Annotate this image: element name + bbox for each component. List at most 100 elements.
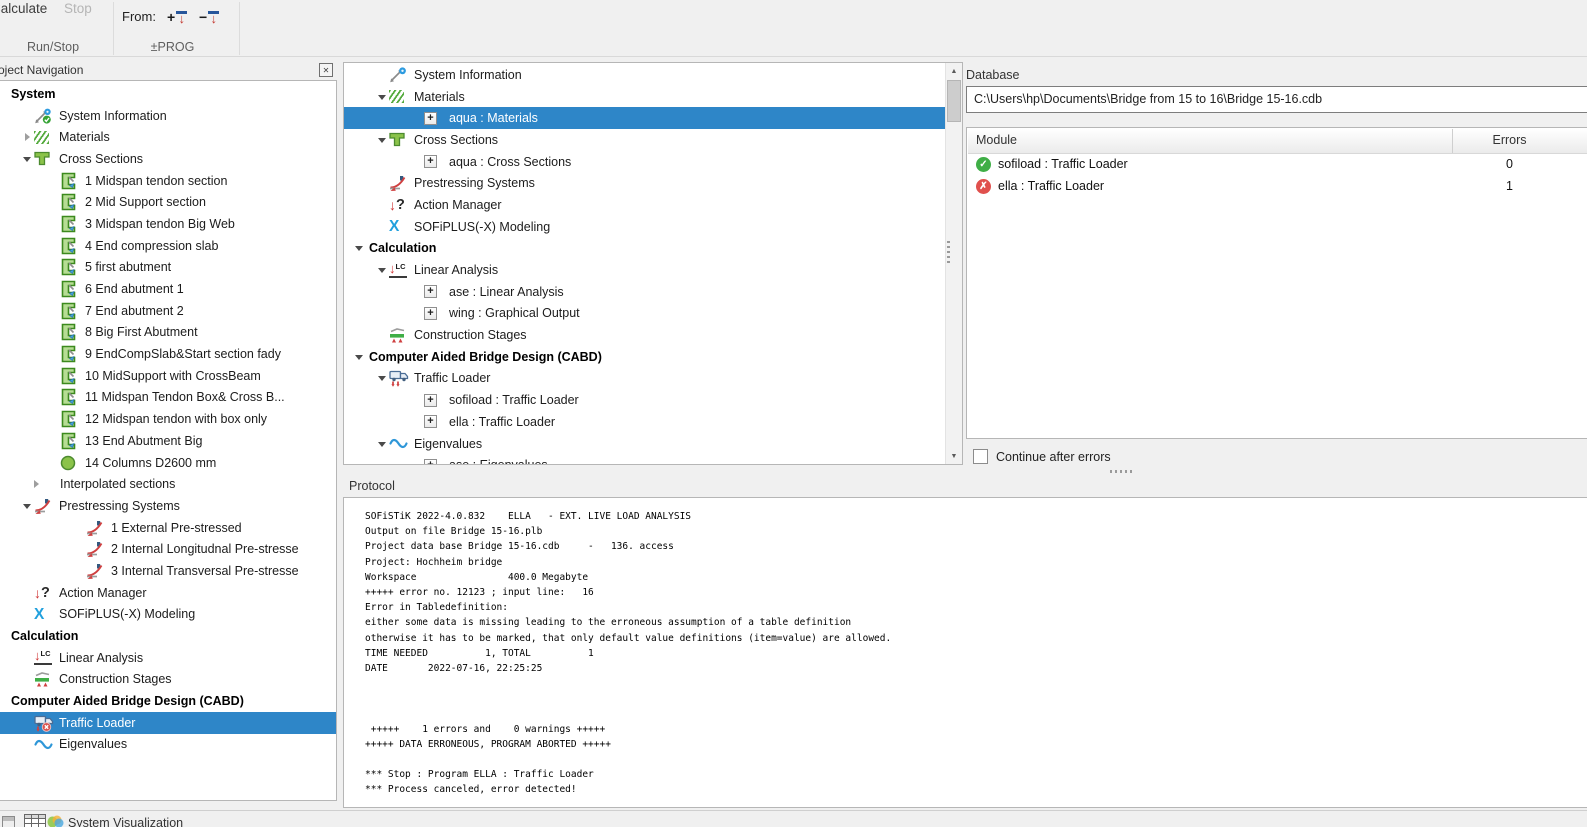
- tree-item[interactable]: 2 Internal Longitudnal Pre-stresse: [0, 538, 336, 560]
- tree-item[interactable]: 8 Big First Abutment: [0, 322, 336, 344]
- tree-item[interactable]: 12 Midspan tendon with box only: [0, 408, 336, 430]
- table-grid-icon[interactable]: [24, 814, 46, 827]
- tree-item[interactable]: 1 External Pre-stressed: [0, 517, 336, 539]
- tree-item[interactable]: +ase : Eigenvalues: [344, 454, 946, 464]
- tree-item[interactable]: Calculation: [344, 238, 946, 260]
- tree-item[interactable]: Computer Aided Bridge Design (CABD): [344, 346, 946, 368]
- tree-item[interactable]: Cross Sections: [0, 148, 336, 170]
- database-path-field[interactable]: C:\Users\hp\Documents\Bridge from 15 to …: [966, 86, 1587, 113]
- expander-open-icon[interactable]: [352, 350, 366, 364]
- tree-item[interactable]: 10 MidSupport with CrossBeam: [0, 365, 336, 387]
- tree-item[interactable]: + ella : Traffic Loader: [344, 411, 946, 433]
- scroll-up-button[interactable]: ▲: [946, 63, 962, 79]
- tree-item[interactable]: 1 Midspan tendon section: [0, 170, 336, 192]
- run-stop-group-label: Run/Stop: [26, 40, 80, 54]
- ribbon-separator: [239, 2, 240, 55]
- success-check-icon: ✓: [976, 156, 991, 172]
- tree-item[interactable]: Eigenvalues: [344, 433, 946, 455]
- construction-stages-icon: [389, 327, 411, 343]
- tree-item-label: System: [11, 86, 56, 101]
- tree-item[interactable]: 11 Midspan Tendon Box& Cross B...: [0, 387, 336, 409]
- scrollbar-thumb[interactable]: [947, 80, 961, 122]
- close-icon[interactable]: ✕: [319, 63, 333, 77]
- tree-item[interactable]: Prestressing Systems: [0, 495, 336, 517]
- console-line: Project: Hochheim bridge: [365, 556, 503, 568]
- tree-item[interactable]: X SOFiPLUS(-X) Modeling: [0, 604, 336, 626]
- tree-item[interactable]: 14 Columns D2600 mm: [0, 452, 336, 474]
- tree-item[interactable]: Materials: [344, 86, 946, 108]
- sofiplus-x-icon: X: [389, 218, 400, 236]
- tree-item[interactable]: System: [0, 83, 336, 105]
- calculate-button[interactable]: Calculate: [0, 1, 47, 16]
- tree-item[interactable]: 5 first abutment: [0, 257, 336, 279]
- expander-open-icon[interactable]: [375, 263, 389, 277]
- tree-item-label: SOFiPLUS(-X) Modeling: [59, 607, 196, 622]
- tree-item[interactable]: Prestressing Systems: [344, 172, 946, 194]
- tree-item[interactable]: Traffic Loader: [344, 368, 946, 390]
- tree-item[interactable]: ↓? Action Manager: [344, 194, 946, 216]
- tree-item[interactable]: 7 End abutment 2: [0, 300, 336, 322]
- tree-item[interactable]: + aqua : Materials: [344, 107, 946, 130]
- tab-system-visualization[interactable]: System Visualization: [68, 816, 183, 827]
- module-errors-count: 0: [1506, 157, 1513, 171]
- protocol-console[interactable]: SOFiSTiK 2022-4.0.832 ELLA - EXT. LIVE L…: [343, 497, 1587, 808]
- expander-open-icon[interactable]: [375, 90, 389, 104]
- tree-item[interactable]: + ase : Linear Analysis: [344, 281, 946, 303]
- expander-open-icon[interactable]: [375, 371, 389, 385]
- tree-item[interactable]: Traffic Loader: [0, 711, 336, 734]
- tree-item[interactable]: 4 End compression slab: [0, 235, 336, 257]
- console-line: *** Process canceled, error detected!: [365, 784, 577, 796]
- cross-sections-icon: [389, 132, 411, 147]
- tree-item[interactable]: 13 End Abutment Big: [0, 430, 336, 452]
- tree-item-label: ella : Traffic Loader: [449, 414, 556, 429]
- expander-open-icon[interactable]: [352, 241, 366, 255]
- tree-item-label: 1 Midspan tendon section: [85, 173, 228, 188]
- tree-item[interactable]: 3 Internal Transversal Pre-stresse: [0, 560, 336, 582]
- tree-item[interactable]: ↓ LC Linear Analysis: [344, 259, 946, 281]
- expander-open-icon[interactable]: [375, 437, 389, 451]
- panel-splitter-grip[interactable]: [947, 241, 950, 263]
- tree-item[interactable]: Interpolated sections: [0, 473, 336, 495]
- prestress-icon: [86, 520, 108, 536]
- section-icon: [60, 367, 82, 385]
- window-icon[interactable]: [2, 816, 15, 827]
- tree-item[interactable]: 6 End abutment 1: [0, 278, 336, 300]
- module-errors-count: 1: [1506, 179, 1513, 193]
- tree-item[interactable]: System Information: [344, 64, 946, 86]
- tree-item[interactable]: 9 EndCompSlab&Start section fady: [0, 343, 336, 365]
- scroll-down-button[interactable]: ▼: [946, 448, 962, 464]
- tree-item[interactable]: ↓ LC Linear Analysis: [0, 647, 336, 669]
- tree-item[interactable]: Computer Aided Bridge Design (CABD): [0, 690, 336, 712]
- tree-item[interactable]: + sofiload : Traffic Loader: [344, 389, 946, 411]
- expander-open-icon[interactable]: [20, 499, 34, 513]
- tree-item[interactable]: 3 Midspan tendon Big Web: [0, 213, 336, 235]
- prestress-icon: [34, 498, 56, 514]
- continue-after-errors-checkbox[interactable]: [973, 449, 988, 464]
- tree-item-label: 2 Internal Longitudnal Pre-stresse: [111, 542, 299, 557]
- tree-item-label: aqua : Cross Sections: [449, 154, 572, 169]
- expander-open-icon[interactable]: [375, 133, 389, 147]
- add-prog-button[interactable]: + ↓: [165, 4, 189, 30]
- console-line: either some data is missing leading to t…: [365, 617, 852, 629]
- stop-button[interactable]: Stop: [64, 1, 92, 16]
- tree-item[interactable]: 2 Mid Support section: [0, 191, 336, 213]
- remove-prog-button[interactable]: − ↓: [197, 4, 221, 30]
- module-row[interactable]: ✓ sofiload : Traffic Loader 0: [968, 153, 1587, 175]
- vertical-scrollbar[interactable]: ▲ ▼: [945, 63, 962, 464]
- tree-item[interactable]: + wing : Graphical Output: [344, 303, 946, 325]
- tree-item[interactable]: Eigenvalues: [0, 734, 336, 756]
- expander-closed-icon[interactable]: [20, 133, 34, 141]
- expander-closed-icon[interactable]: [29, 480, 43, 488]
- tree-item[interactable]: System Information: [0, 105, 336, 127]
- tree-item[interactable]: Materials: [0, 126, 336, 148]
- tree-item[interactable]: Construction Stages: [344, 324, 946, 346]
- tree-item[interactable]: + aqua : Cross Sections: [344, 151, 946, 173]
- expander-open-icon[interactable]: [20, 152, 34, 166]
- panel-splitter-grip[interactable]: [1110, 470, 1134, 473]
- tree-item[interactable]: Construction Stages: [0, 669, 336, 691]
- tree-item[interactable]: Calculation: [0, 625, 336, 647]
- tree-item[interactable]: ↓? Action Manager: [0, 582, 336, 604]
- tree-item[interactable]: X SOFiPLUS(-X) Modeling: [344, 216, 946, 238]
- tree-item[interactable]: Cross Sections: [344, 129, 946, 151]
- module-row[interactable]: ✗ ella : Traffic Loader 1: [968, 175, 1587, 197]
